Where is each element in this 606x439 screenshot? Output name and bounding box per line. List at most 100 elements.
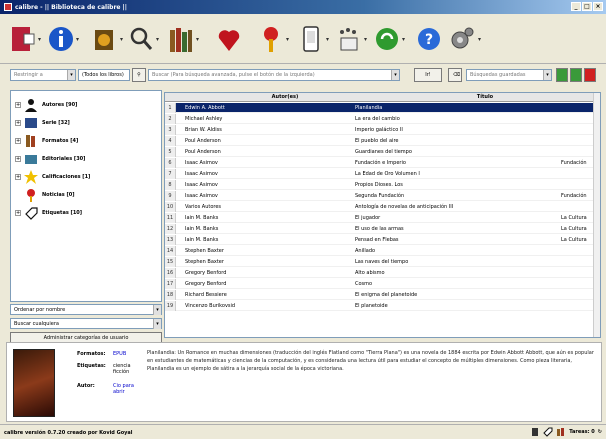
maximize-button[interactable]: □ (582, 2, 592, 11)
expand-icon[interactable]: + (15, 138, 21, 144)
chevron-down-icon[interactable]: ▾ (478, 36, 481, 43)
tree-item-authors[interactable]: + Autores [90] (15, 95, 77, 115)
tree-item-tags[interactable]: + Etiquetas [10] (15, 203, 82, 223)
table-row[interactable]: 8 Isaac Asimov Propios Dioses. Los (165, 180, 595, 190)
expand-icon[interactable]: + (15, 102, 21, 108)
connect-share-icon[interactable] (336, 24, 362, 54)
expand-icon[interactable]: + (15, 210, 21, 216)
tag-icon[interactable] (543, 427, 553, 437)
chevron-down-icon[interactable]: ▾ (120, 36, 123, 43)
table-row[interactable]: 9 Isaac Asimov Segunda Fundación Fundación (165, 191, 595, 201)
help-icon[interactable]: ? (416, 24, 442, 54)
chevron-down-icon[interactable]: ▾ (543, 70, 551, 80)
table-row[interactable]: 18 Richard Bessiere El enigma del planetoi… (165, 290, 595, 300)
table-row[interactable]: 7 Isaac Asimov La Edad de Oro Volumen I (165, 169, 595, 179)
device-icon[interactable] (530, 427, 540, 437)
news-icon[interactable] (258, 24, 284, 54)
preferences-icon[interactable] (448, 24, 474, 54)
chevron-down-icon[interactable]: ▾ (326, 36, 329, 43)
book-comment: Planilandia: Un Romance en muchas dimens… (147, 350, 594, 372)
chevron-down-icon[interactable]: ▾ (153, 319, 161, 329)
table-row[interactable]: 1 Edwin A. Abbott Planilandia (165, 103, 595, 113)
author-cell: Gregory Benford (185, 270, 227, 276)
expand-icon[interactable]: + (15, 156, 21, 162)
close-button[interactable]: × (593, 2, 603, 11)
chevron-down-icon[interactable]: ▾ (76, 36, 79, 43)
delete-search-button[interactable] (584, 68, 596, 82)
search-icon[interactable] (128, 24, 154, 54)
book-info-icon[interactable] (48, 24, 74, 54)
tree-item-label: Calificaciones [1] (42, 174, 91, 180)
window-title: calibre - || Biblioteca de calibre || (15, 3, 127, 11)
table-row[interactable]: 19 Vincenzo Burikovsid El planetoide (165, 301, 595, 311)
add-books-icon[interactable] (10, 24, 36, 54)
table-row[interactable]: 14 Stephen Baxter Anillado (165, 246, 595, 256)
scrollbar[interactable] (593, 93, 600, 337)
table-row[interactable]: 13 Iain M. Banks Pensad en Flebas La Cultur… (165, 235, 595, 245)
book-cover[interactable] (13, 349, 55, 417)
formats-icon (26, 135, 35, 147)
advanced-search-button[interactable]: ⚲ (132, 68, 146, 82)
tree-item-series[interactable]: + Serie [32] (15, 113, 70, 133)
chevron-down-icon[interactable]: ▾ (153, 305, 161, 315)
minimize-button[interactable]: _ (571, 2, 581, 11)
table-row[interactable]: 12 Iain M. Banks El uso de las armas La Cul… (165, 224, 595, 234)
chevron-down-icon[interactable]: ▾ (364, 36, 367, 43)
table-row[interactable]: 5 Poul Anderson Guardianes del tiempo (165, 147, 595, 157)
series-cell: Fundación (561, 193, 587, 199)
device-icon[interactable] (298, 24, 324, 54)
library-icon[interactable] (168, 24, 194, 54)
author-cell: Stephen Baxter (185, 248, 224, 254)
tree-item-formats[interactable]: + Formatos [4] (15, 131, 78, 151)
author-column-header[interactable]: Autor(es) (225, 94, 345, 100)
author-cell: Iain M. Banks (185, 237, 219, 243)
table-row[interactable]: 16 Gregory Benford Alto abismo (165, 268, 595, 278)
go-button[interactable]: Ir! (414, 68, 442, 82)
tags-value: ciencia ficción (113, 363, 131, 375)
tree-item-label: Noticias [0] (42, 192, 75, 198)
title-column-header[interactable]: Título (445, 94, 525, 100)
saved-searches-select[interactable]: Búsquedas guardadas ▾ (466, 69, 552, 81)
chevron-down-icon[interactable]: ▾ (196, 36, 199, 43)
clear-search-button[interactable]: ⌫ (448, 68, 462, 82)
table-row[interactable]: 17 Gregory Benford Cosmo (165, 279, 595, 289)
expand-icon[interactable]: + (15, 120, 21, 126)
tree-item-publishers[interactable]: + Editoriales [30] (15, 149, 85, 169)
convert-books-icon[interactable] (92, 24, 118, 54)
save-search-button[interactable] (556, 68, 568, 82)
table-row[interactable]: 6 Isaac Asimov Fundación e Imperio Fundació… (165, 158, 595, 168)
tree-item-news[interactable]: + Noticias [0] (15, 185, 75, 205)
chevron-down-icon[interactable]: ▾ (402, 36, 405, 43)
table-row[interactable]: 3 Brian W. Aldiss Imperio galáctico II (165, 125, 595, 135)
row-number: 4 (165, 136, 176, 146)
chevron-down-icon[interactable]: ▾ (38, 36, 41, 43)
heart-icon[interactable] (216, 24, 242, 54)
expand-icon[interactable]: + (15, 174, 21, 180)
restrict-select[interactable]: Restringir a ▾ (10, 69, 76, 81)
table-row[interactable]: 10 Varios Autores Antología de novelas de … (165, 202, 595, 212)
jobs-label[interactable]: Tareas: 0 (569, 429, 595, 435)
row-number: 12 (165, 224, 176, 234)
svg-text:?: ? (425, 32, 433, 48)
chevron-down-icon[interactable]: ▾ (67, 70, 75, 80)
author-link[interactable]: Cio para abrir (113, 383, 135, 395)
table-row[interactable]: 2 Michael Ashley La era del cambio (165, 114, 595, 124)
formats-link[interactable]: EPUB (113, 351, 135, 357)
chevron-down-icon[interactable]: ▾ (156, 36, 159, 43)
tag-icon (25, 207, 38, 220)
chevron-down-icon[interactable]: ▾ (286, 36, 289, 43)
copy-search-button[interactable] (570, 68, 582, 82)
library-icon[interactable] (556, 427, 566, 437)
series-icon (25, 118, 37, 128)
remove-books-icon[interactable] (374, 24, 400, 54)
match-select[interactable]: Buscar cualquiera ▾ (10, 318, 162, 329)
formats-label: Formatos: (77, 351, 106, 357)
window-titlebar: calibre - || Biblioteca de calibre || _ … (0, 0, 606, 14)
sort-select[interactable]: Ordenar por nombre ▾ (10, 304, 162, 315)
table-row[interactable]: 15 Stephen Baxter Las naves del tiempo (165, 257, 595, 267)
search-input[interactable]: Buscar (Para búsqueda avanzada, pulse el… (148, 69, 400, 81)
table-row[interactable]: 11 Iain M. Banks El jugador La Cultura (165, 213, 595, 223)
tree-item-ratings[interactable]: + Calificaciones [1] (15, 167, 90, 187)
chevron-down-icon[interactable]: ▾ (391, 70, 399, 80)
table-row[interactable]: 4 Poul Anderson El pueblo del aire (165, 136, 595, 146)
